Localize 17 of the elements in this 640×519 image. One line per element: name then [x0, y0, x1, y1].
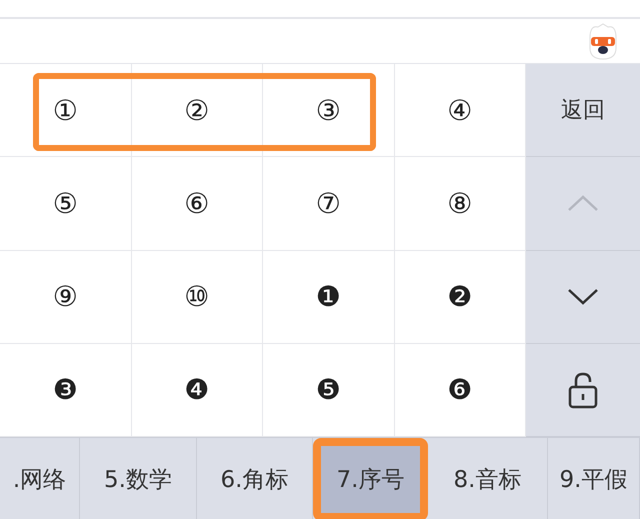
symbol-key[interactable]: ⑩	[132, 250, 263, 344]
symbol-key[interactable]: ⑥	[132, 157, 263, 250]
symbol-key[interactable]: ❷	[394, 250, 526, 344]
symbol-key[interactable]: ❻	[394, 344, 526, 437]
symbol-key[interactable]: ❶	[263, 250, 394, 344]
symbol-key[interactable]: ❺	[263, 344, 394, 437]
symbol-key[interactable]: ③	[263, 64, 394, 158]
symbol-key[interactable]: ⑧	[394, 157, 526, 250]
symbol-key[interactable]: ⑤	[0, 157, 132, 250]
category-tab[interactable]: 7.序号	[313, 438, 428, 519]
symbol-key[interactable]: ❸	[0, 344, 132, 437]
symbol-key[interactable]: ⑦	[263, 157, 394, 250]
symbol-key[interactable]: ❹	[132, 344, 263, 437]
symbol-key[interactable]: ①	[0, 64, 132, 158]
symbol-key[interactable]: ②	[132, 64, 263, 158]
symbol-key[interactable]: ④	[394, 64, 526, 158]
symbol-key[interactable]: ⑨	[0, 250, 132, 344]
